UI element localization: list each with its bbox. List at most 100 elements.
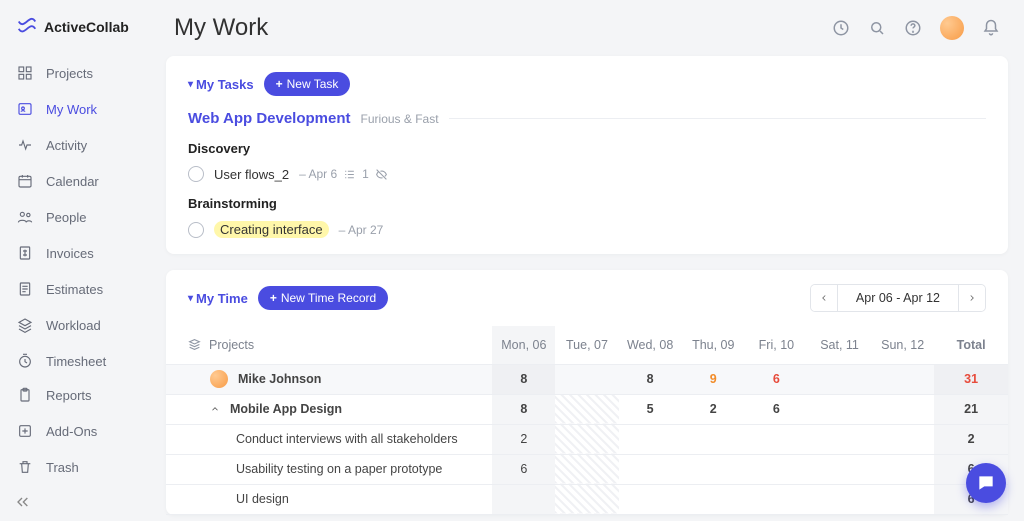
- activity-icon: [16, 136, 34, 154]
- date-range-nav: Apr 06 - Apr 12: [810, 284, 986, 312]
- my-time-toggle[interactable]: My Time: [188, 291, 248, 306]
- hidden-icon: [375, 168, 388, 181]
- help-icon[interactable]: [904, 19, 922, 37]
- day-column-header[interactable]: Tue, 07: [555, 326, 618, 364]
- project-client: Furious & Fast: [361, 112, 439, 126]
- my-tasks-toggle[interactable]: My Tasks: [188, 77, 254, 92]
- sidebar-item-label: Reports: [46, 388, 92, 403]
- new-time-record-button[interactable]: New Time Record: [258, 286, 388, 310]
- notifications-icon[interactable]: [982, 19, 1000, 37]
- main-content: My Work My Tasks New Task Web App Develo…: [150, 0, 1024, 521]
- workload-icon: [16, 316, 34, 334]
- sidebar-item-label: Projects: [46, 66, 93, 81]
- sidebar-item-label: Calendar: [46, 174, 99, 189]
- date-prev-button[interactable]: [811, 285, 837, 311]
- time-row-task: Conduct interviews with all stakeholders…: [166, 424, 1008, 454]
- sidebar-item-trash[interactable]: Trash: [6, 450, 144, 484]
- brand-logo[interactable]: ActiveCollab: [0, 12, 150, 56]
- task-meta: – Apr 27: [339, 223, 384, 237]
- addons-icon: [16, 422, 34, 440]
- history-icon[interactable]: [832, 19, 850, 37]
- sidebar-item-projects[interactable]: Projects: [6, 56, 144, 90]
- project-name[interactable]: Web App Development: [188, 110, 351, 127]
- date-range-label[interactable]: Apr 06 - Apr 12: [837, 285, 959, 311]
- time-cell[interactable]: 5: [647, 402, 654, 416]
- projects-column-label: Projects: [209, 338, 254, 352]
- task-row[interactable]: Creating interface – Apr 27: [188, 221, 986, 238]
- time-cell[interactable]: 8: [520, 372, 527, 386]
- time-row-task: Usability testing on a paper prototype66: [166, 454, 1008, 484]
- chat-fab[interactable]: [966, 463, 1006, 503]
- trash-icon: [16, 458, 34, 476]
- my-time-card: My Time New Time Record Apr 06 - Apr 12 …: [166, 270, 1008, 515]
- total-column-header: Total: [934, 326, 1008, 364]
- sidebar-item-label: Trash: [46, 460, 79, 475]
- task-group-title: Discovery: [188, 141, 986, 156]
- day-column-header[interactable]: Sat, 11: [808, 326, 871, 364]
- sidebar-item-label: Estimates: [46, 282, 103, 297]
- time-row-task: UI design6: [166, 484, 1008, 514]
- day-column-header[interactable]: Wed, 08: [619, 326, 682, 364]
- time-grid: Projects Mon, 06Tue, 07Wed, 08Thu, 09Fri,…: [166, 326, 1008, 515]
- time-cell[interactable]: 9: [710, 372, 717, 386]
- row-avatar: [210, 370, 228, 388]
- my-tasks-card: My Tasks New Task Web App Development Fu…: [166, 56, 1008, 254]
- people-icon: [16, 208, 34, 226]
- sidebar-item-label: Activity: [46, 138, 87, 153]
- invoices-icon: [16, 244, 34, 262]
- time-cell[interactable]: 6: [520, 462, 527, 476]
- sidebar-item-timesheet[interactable]: Timesheet: [6, 344, 144, 378]
- time-cell[interactable]: 8: [647, 372, 654, 386]
- row-name[interactable]: Usability testing on a paper prototype: [188, 462, 492, 476]
- time-cell[interactable]: 2: [710, 402, 717, 416]
- sidebar-item-label: People: [46, 210, 86, 225]
- task-title: Creating interface: [214, 221, 329, 238]
- subtasks-icon: [343, 168, 356, 181]
- expand-toggle[interactable]: [210, 404, 220, 414]
- day-column-header[interactable]: Mon, 06: [492, 326, 555, 364]
- calendar-icon: [16, 172, 34, 190]
- time-cell[interactable]: 2: [520, 432, 527, 446]
- mywork-icon: [16, 100, 34, 118]
- sidebar-item-people[interactable]: People: [6, 200, 144, 234]
- time-cell[interactable]: 21: [964, 402, 978, 416]
- time-cell[interactable]: 8: [520, 402, 527, 416]
- date-next-button[interactable]: [959, 285, 985, 311]
- row-name[interactable]: UI design: [188, 492, 492, 506]
- new-task-button[interactable]: New Task: [264, 72, 351, 96]
- task-meta: – Apr 61: [299, 167, 388, 181]
- time-cell[interactable]: 31: [964, 372, 978, 386]
- sidebar-item-label: Invoices: [46, 246, 94, 261]
- sidebar-item-label: Workload: [46, 318, 101, 333]
- day-column-header[interactable]: Fri, 10: [745, 326, 808, 364]
- time-cell[interactable]: 2: [968, 432, 975, 446]
- sidebar-item-reports[interactable]: Reports: [6, 378, 144, 412]
- row-name[interactable]: Mobile App Design: [230, 402, 342, 416]
- time-cell[interactable]: 6: [773, 402, 780, 416]
- sidebar-item-activity[interactable]: Activity: [6, 128, 144, 162]
- sidebar-item-calendar[interactable]: Calendar: [6, 164, 144, 198]
- sidebar-item-label: Timesheet: [46, 354, 106, 369]
- sidebar-collapse-button[interactable]: [0, 484, 150, 521]
- nav-secondary: Reports Add-Ons Trash: [0, 378, 150, 484]
- row-name: Mike Johnson: [238, 372, 321, 386]
- sidebar-item-mywork[interactable]: My Work: [6, 92, 144, 126]
- task-complete-checkbox[interactable]: [188, 222, 204, 238]
- brand-name: ActiveCollab: [44, 19, 129, 35]
- sidebar-item-estimates[interactable]: Estimates: [6, 272, 144, 306]
- user-avatar[interactable]: [940, 16, 964, 40]
- row-name[interactable]: Conduct interviews with all stakeholders: [188, 432, 492, 446]
- sidebar-item-label: Add-Ons: [46, 424, 97, 439]
- day-column-header[interactable]: Thu, 09: [682, 326, 745, 364]
- sidebar-item-addons[interactable]: Add-Ons: [6, 414, 144, 448]
- projects-icon: [16, 64, 34, 82]
- task-complete-checkbox[interactable]: [188, 166, 204, 182]
- search-icon[interactable]: [868, 19, 886, 37]
- time-cell[interactable]: 6: [773, 372, 780, 386]
- task-title: User flows_2: [214, 167, 289, 182]
- task-row[interactable]: User flows_2 – Apr 61: [188, 166, 986, 182]
- day-column-header[interactable]: Sun, 12: [871, 326, 934, 364]
- sidebar-item-workload[interactable]: Workload: [6, 308, 144, 342]
- sidebar-item-invoices[interactable]: Invoices: [6, 236, 144, 270]
- nav-primary: Projects My Work Activity Calendar People Inv…: [0, 56, 150, 378]
